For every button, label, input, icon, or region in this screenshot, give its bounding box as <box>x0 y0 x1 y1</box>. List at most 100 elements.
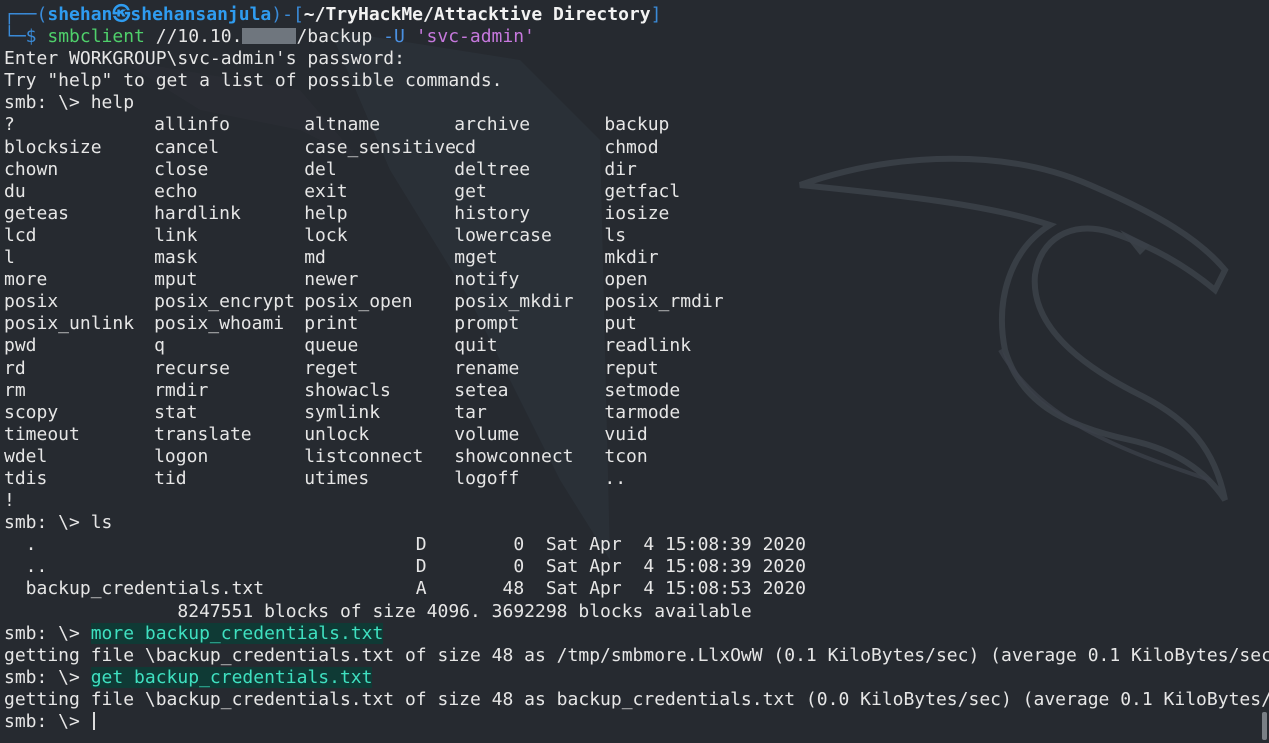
help-command: setmode <box>604 379 681 401</box>
smb-prompt-line: smb: \> help <box>4 92 1269 114</box>
help-command: lowercase <box>454 224 552 246</box>
help-command: allinfo <box>154 114 230 136</box>
smb-prompt: smb: \> <box>4 622 91 644</box>
help-command: tar <box>454 401 487 423</box>
help-command: echo <box>154 180 198 202</box>
command-line: └─$ smbclient //10.10. /backup -U 'svc-ad… <box>4 26 1269 48</box>
command-share: /backup <box>296 26 373 48</box>
get-result: getting file \backup_credentials.txt of … <box>4 688 1269 710</box>
help-command: wdel <box>4 445 48 467</box>
help-command: posix_mkdir <box>454 291 574 313</box>
help-row: tdis tid utimes logoff.. <box>4 468 1269 490</box>
password-prompt: Enter WORKGROUP\svc-admin's password: <box>4 48 405 70</box>
help-command: ! <box>4 490 15 512</box>
help-row: posix posix_encrypt posix_open posix_mkdir p… <box>4 291 1269 313</box>
help-row: chown close del deltree dir <box>4 159 1269 181</box>
help-command: volume <box>454 423 520 445</box>
help-command: prompt <box>454 313 520 335</box>
help-command: posix_encrypt <box>154 291 295 313</box>
help-command: cancel <box>154 136 220 158</box>
help-command: symlink <box>304 401 381 423</box>
help-row: geteas hardlink help history iosize <box>4 203 1269 225</box>
more-result: getting file \backup_credentials.txt of … <box>4 644 1269 666</box>
help-command: rmdir <box>154 379 209 401</box>
help-command: quit <box>454 335 498 357</box>
smb-prompt: smb: \> <box>4 666 91 688</box>
help-row: rd recurse reget rename reput <box>4 358 1269 380</box>
help-row: rm rmdir showacls setea setmode <box>4 380 1269 402</box>
smb-command: ls <box>90 512 113 534</box>
highlighted-command: more backup_credentials.txt <box>90 622 384 644</box>
help-row: pwd q queue quit readlink <box>4 335 1269 357</box>
help-command: mget <box>454 247 498 269</box>
blocks-summary: 8247551 blocks of size 4096. 3692298 blo… <box>4 600 752 622</box>
help-command: geteas <box>4 202 70 224</box>
help-row: lcd link lock lowercase ls <box>4 225 1269 247</box>
ls-entry: .. D 0 Sat Apr 4 15:08:39 2020 <box>4 556 806 578</box>
help-command: unlock <box>304 423 370 445</box>
command-flag: -U <box>383 26 405 48</box>
help-row: more mput newer notify open <box>4 269 1269 291</box>
help-command: posix_rmdir <box>604 291 724 313</box>
help-command: mkdir <box>604 247 659 269</box>
help-command: getfacl <box>604 180 681 202</box>
prompt-frame: ] <box>650 4 662 25</box>
help-command: posix_whoami <box>154 313 285 335</box>
help-command: du <box>4 180 26 202</box>
help-row: scopy stat symlink tar tarmode <box>4 402 1269 424</box>
help-command: notify <box>454 269 520 291</box>
help-command: rm <box>4 379 26 401</box>
help-command: readlink <box>604 335 692 357</box>
terminal-output: ┌──(shehan㉿shehansanjula)-[~/TryHackMe/A… <box>4 4 1269 733</box>
help-row: ! <box>4 490 1269 512</box>
help-command: translate <box>154 423 252 445</box>
help-row: l mask md mget mkdir <box>4 247 1269 269</box>
help-command: exit <box>304 180 348 202</box>
redacted-ip <box>242 28 297 45</box>
help-command: queue <box>304 335 359 357</box>
help-command: deltree <box>454 158 531 180</box>
command-program: smbclient <box>47 26 145 48</box>
help-command: chmod <box>604 136 659 158</box>
help-row: ? allinfo altname archive backup <box>4 114 1269 136</box>
help-row: blocksize cancel case_sensitivecd chmod <box>4 137 1269 159</box>
prompt-frame: )-[ <box>271 4 304 25</box>
help-command: more <box>4 269 48 291</box>
help-command: mput <box>154 269 198 291</box>
help-command: setea <box>454 379 509 401</box>
smb-prompt-line: smb: \> ls <box>4 512 1269 534</box>
help-command: dir <box>604 158 637 180</box>
prompt-frame: ┌──( <box>4 4 48 25</box>
help-command: link <box>154 224 198 246</box>
terminal-window[interactable]: ┌──(shehan㉿shehansanjula)-[~/TryHackMe/A… <box>0 0 1269 743</box>
ls-entry: backup_credentials.txt A 48 Sat Apr 4 15… <box>4 578 806 600</box>
scrollbar-thumb[interactable] <box>1262 712 1267 740</box>
help-command: timeout <box>4 423 80 445</box>
help-command: altname <box>304 114 381 136</box>
help-command: rename <box>454 357 520 379</box>
help-command: iosize <box>604 202 670 224</box>
smb-prompt: smb: \> <box>4 512 91 534</box>
help-command: case_sensitive <box>304 136 456 158</box>
help-command: stat <box>154 401 198 423</box>
help-row: wdel logon listconnect showconnect tcon <box>4 446 1269 468</box>
help-command: posix_unlink <box>4 313 135 335</box>
command-user-arg: 'svc-admin' <box>415 26 535 48</box>
help-command: backup <box>604 114 670 136</box>
help-command: q <box>154 335 165 357</box>
help-command: scopy <box>4 401 59 423</box>
highlighted-command: get backup_credentials.txt <box>90 666 373 688</box>
help-command: md <box>304 247 326 269</box>
smb-prompt: smb: \> <box>4 711 91 732</box>
help-command-grid: ? allinfo altname archive backup blocksize ca… <box>4 114 1269 512</box>
help-command: tdis <box>4 467 48 489</box>
text-cursor[interactable] <box>92 712 95 730</box>
smb-prompt-active[interactable]: smb: \> <box>4 711 1269 733</box>
help-command: recurse <box>154 357 230 379</box>
command-target: //10.10. <box>155 26 243 48</box>
help-command: tarmode <box>604 401 681 423</box>
help-command: pwd <box>4 335 37 357</box>
prompt-header: ┌──(shehan㉿shehansanjula)-[~/TryHackMe/A… <box>4 4 1269 26</box>
help-row: timeout translate unlock volume vuid <box>4 424 1269 446</box>
prompt-dollar: └─$ <box>4 26 48 48</box>
